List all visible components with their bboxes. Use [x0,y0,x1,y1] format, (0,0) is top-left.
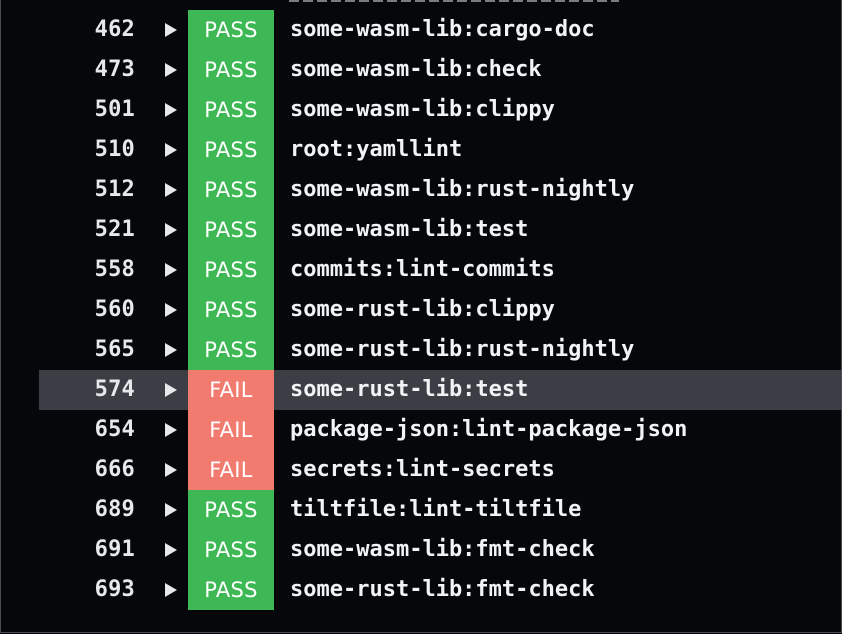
expand-triangle-icon[interactable] [165,183,177,197]
job-name-link[interactable]: commits:lint-commits [290,250,555,290]
expand-triangle-icon[interactable] [165,303,177,317]
job-row[interactable]: 691 PASS some-wasm-lib:fmt-check [1,530,841,570]
job-id: 691 [94,537,135,562]
job-id: 654 [94,417,135,442]
status-badge: PASS [188,530,274,570]
job-row[interactable]: 521 PASS some-wasm-lib:test [1,210,841,250]
status-badge: PASS [188,570,274,610]
status-badge: PASS [188,130,274,170]
expand-triangle-icon[interactable] [165,263,177,277]
status-badge: PASS [188,170,274,210]
job-list-panel: 462 PASS some-wasm-lib:cargo-doc 473 PASS som… [0,0,842,633]
status-badge: PASS [188,250,274,290]
status-badge: FAIL [188,410,274,450]
job-id: 565 [94,337,135,362]
job-id: 693 [94,577,135,602]
job-row[interactable]: 693 PASS some-rust-lib:fmt-check [1,570,841,610]
job-name-link[interactable]: tiltfile:lint-tiltfile [290,490,581,530]
job-id: 512 [94,177,135,202]
job-row[interactable]: 510 PASS root:yamllint [1,130,841,170]
job-name-link[interactable]: some-rust-lib:rust-nightly [290,330,634,370]
job-name-link[interactable]: some-rust-lib:fmt-check [290,570,595,610]
job-name-link[interactable]: some-wasm-lib:fmt-check [290,530,595,570]
expand-triangle-icon[interactable] [165,223,177,237]
job-id: 521 [94,217,135,242]
expand-triangle-icon[interactable] [165,543,177,557]
expand-triangle-icon[interactable] [165,63,177,77]
expand-triangle-icon[interactable] [165,383,177,397]
expand-triangle-icon[interactable] [165,23,177,37]
job-name-link[interactable]: package-json:lint-package-json [290,410,687,450]
job-name-link[interactable]: some-wasm-lib:check [290,50,542,90]
job-name-link[interactable]: some-rust-lib:test [290,370,528,410]
status-badge: PASS [188,290,274,330]
job-id: 558 [94,257,135,282]
job-id: 574 [94,377,135,402]
status-badge: FAIL [188,450,274,490]
job-id: 501 [94,97,135,122]
status-badge: PASS [188,210,274,250]
job-id: 473 [94,57,135,82]
status-badge: PASS [188,10,274,50]
job-id: 462 [94,17,135,42]
status-badge: PASS [188,90,274,130]
job-row[interactable]: 558 PASS commits:lint-commits [1,250,841,290]
job-name-link[interactable]: secrets:lint-secrets [290,450,555,490]
expand-triangle-icon[interactable] [165,583,177,597]
expand-triangle-icon[interactable] [165,343,177,357]
job-id: 689 [94,497,135,522]
job-row[interactable]: 560 PASS some-rust-lib:clippy [1,290,841,330]
job-row[interactable]: 512 PASS some-wasm-lib:rust-nightly [1,170,841,210]
job-row[interactable]: 574 FAIL some-rust-lib:test [1,370,841,410]
job-row[interactable]: 473 PASS some-wasm-lib:check [1,50,841,90]
job-name-link[interactable]: some-wasm-lib:cargo-doc [290,10,595,50]
expand-triangle-icon[interactable] [165,103,177,117]
job-id: 510 [94,137,135,162]
job-list: 462 PASS some-wasm-lib:cargo-doc 473 PASS som… [1,10,841,610]
status-badge: PASS [188,490,274,530]
job-id: 560 [94,297,135,322]
job-row[interactable]: 654 FAIL package-json:lint-package-json [1,410,841,450]
job-row[interactable]: 689 PASS tiltfile:lint-tiltfile [1,490,841,530]
job-name-link[interactable]: root:yamllint [290,130,462,170]
job-name-link[interactable]: some-wasm-lib:test [290,210,528,250]
expand-triangle-icon[interactable] [165,143,177,157]
expand-triangle-icon[interactable] [165,503,177,517]
expand-triangle-icon[interactable] [165,463,177,477]
job-name-link[interactable]: some-rust-lib:clippy [290,290,555,330]
job-row[interactable]: 666 FAIL secrets:lint-secrets [1,450,841,490]
job-name-link[interactable]: some-wasm-lib:clippy [290,90,555,130]
job-row[interactable]: 462 PASS some-wasm-lib:cargo-doc [1,10,841,50]
expand-triangle-icon[interactable] [165,423,177,437]
clipped-previous-row [289,0,619,3]
status-badge: FAIL [188,370,274,410]
job-row[interactable]: 501 PASS some-wasm-lib:clippy [1,90,841,130]
status-badge: PASS [188,50,274,90]
job-id: 666 [94,457,135,482]
status-badge: PASS [188,330,274,370]
job-row[interactable]: 565 PASS some-rust-lib:rust-nightly [1,330,841,370]
job-name-link[interactable]: some-wasm-lib:rust-nightly [290,170,634,210]
